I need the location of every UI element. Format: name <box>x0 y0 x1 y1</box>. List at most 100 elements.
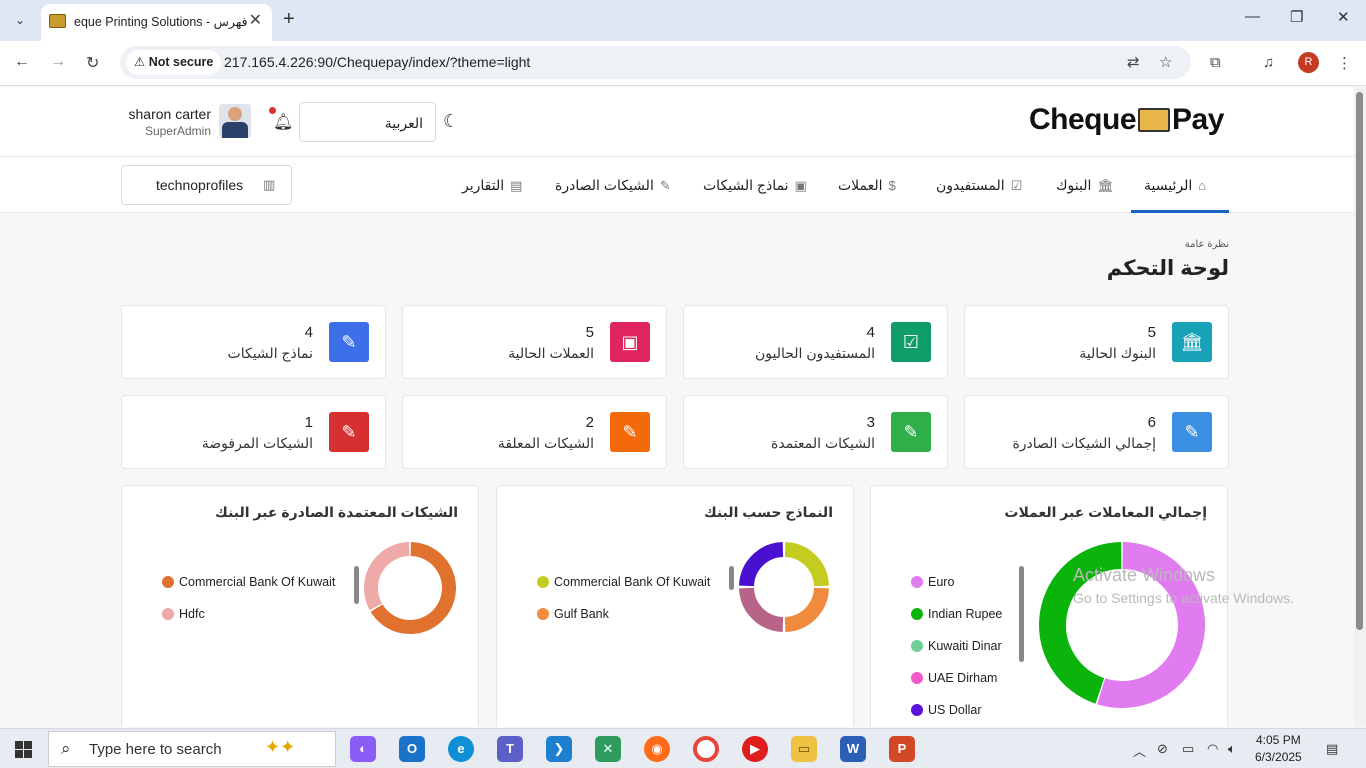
stat-card-approved[interactable]: ✎ 3 الشيكات المعتمدة <box>683 395 948 469</box>
user-info[interactable]: sharon carter SuperAdmin <box>121 106 211 138</box>
powerpoint-app-icon[interactable]: P <box>889 736 915 762</box>
firefox-app-icon[interactable]: ◉ <box>644 736 670 762</box>
menu-item-currencies[interactable]: العملات $ <box>838 177 896 194</box>
organization-select[interactable]: technoprofiles ▥ <box>121 165 292 205</box>
stat-card-total-issued[interactable]: ✎ 6 إجمالي الشيكات الصادرة <box>964 395 1229 469</box>
app-header: Cheque Pay sharon carter SuperAdmin 🔔︎ ال… <box>0 87 1354 157</box>
bank-icon: 🏛︎ <box>1172 322 1212 362</box>
tab-list-chevron-icon[interactable]: ⌄ <box>8 8 32 32</box>
legend-item[interactable]: UAE Dirham <box>911 671 997 685</box>
stat-card-beneficiaries[interactable]: ☑ 4 المستفيدون الحاليون <box>683 305 948 379</box>
browser-menu-icon[interactable]: ⋮ <box>1337 54 1352 72</box>
language-select[interactable]: العربية <box>299 102 436 142</box>
media-control-icon[interactable]: ♫ <box>1263 54 1274 71</box>
legend-item[interactable]: Kuwaiti Dinar <box>911 639 1002 653</box>
legend-swatch <box>911 640 923 652</box>
tray-chevron-icon[interactable]: ︿ <box>1133 741 1146 760</box>
reload-icon[interactable]: ↻ <box>86 53 99 73</box>
donut-chart[interactable] <box>364 542 456 634</box>
legend-scrollbar[interactable] <box>1019 566 1024 662</box>
youtube-music-app-icon[interactable]: ▶ <box>742 736 768 762</box>
windows-start-icon[interactable] <box>15 741 32 758</box>
extensions-icon[interactable]: ⧉ <box>1210 54 1221 71</box>
minimize-icon[interactable]: — <box>1245 8 1260 25</box>
pencil-icon: ✎ <box>1172 412 1212 452</box>
vscode-app-icon[interactable]: ❯ <box>546 736 572 762</box>
menu-item-cheque-templates[interactable]: نماذج الشيكات ▣ <box>703 177 807 194</box>
word-app-icon[interactable]: W <box>840 736 866 762</box>
donut-chart[interactable] <box>739 542 829 632</box>
restore-icon[interactable]: ❐ <box>1290 8 1303 26</box>
menu-item-reports[interactable]: التقارير ▤ <box>462 177 522 194</box>
legend-item[interactable]: Indian Rupee <box>911 607 1002 621</box>
menu-label: الرئيسية <box>1144 177 1193 193</box>
stat-card-pending[interactable]: ✎ 2 الشيكات المعلقة <box>402 395 667 469</box>
menu-label: التقارير <box>462 177 505 193</box>
wifi-icon[interactable]: ◠ <box>1207 741 1218 757</box>
menu-item-home[interactable]: الرئيسية ⌂ <box>1144 177 1206 194</box>
volume-icon[interactable]: 🔈︎ <box>1228 741 1236 757</box>
omnibox[interactable]: ⚠ Not secure 217.165.4.226:90/Chequepay/… <box>120 46 1191 79</box>
menu-item-issued-cheques[interactable]: الشيكات الصادرة ✎ <box>555 177 671 194</box>
clock-date: 6/3/2025 <box>1255 750 1302 764</box>
active-tab-underline <box>1131 210 1229 213</box>
avatar[interactable] <box>219 104 251 138</box>
legend-item[interactable]: Commercial Bank Of Kuwait <box>537 575 710 589</box>
tab-close-icon[interactable]: ✕ <box>249 10 262 30</box>
legend-swatch <box>537 576 549 588</box>
browser-tab[interactable]: eque Printing Solutions - فهرس ✕ <box>41 4 272 41</box>
battery-icon[interactable]: ▭ <box>1182 741 1194 757</box>
scrollbar-thumb[interactable] <box>1356 92 1363 630</box>
legend-scrollbar[interactable] <box>729 566 734 590</box>
not-secure-badge[interactable]: ⚠ Not secure <box>126 50 222 75</box>
logo-text-left: Cheque <box>1029 103 1137 136</box>
donut-slice[interactable] <box>364 542 410 611</box>
stat-card-banks[interactable]: 🏛︎ 5 البنوك الحالية <box>964 305 1229 379</box>
taskbar-clock[interactable]: 4:05 PM 6/3/2025 <box>1255 732 1302 766</box>
stat-card-currencies[interactable]: ▣ 5 العملات الحالية <box>402 305 667 379</box>
stat-label: الشيكات المرفوضة <box>201 435 313 451</box>
translate-icon[interactable]: ⇄ <box>1127 53 1140 71</box>
legend-item[interactable]: Gulf Bank <box>537 607 609 621</box>
check-square-icon: ☑ <box>1010 178 1023 193</box>
legend-item[interactable]: Commercial Bank Of Kuwait <box>162 575 335 589</box>
legend-item[interactable]: Euro <box>911 575 954 589</box>
profile-avatar[interactable]: R <box>1298 52 1319 73</box>
url-text[interactable]: 217.165.4.226:90/Chequepay/index/?theme=… <box>224 54 530 70</box>
moon-icon[interactable]: ☾ <box>443 111 459 132</box>
cash-icon: ▣ <box>610 322 650 362</box>
file-explorer-app-icon[interactable]: ▭ <box>791 736 817 762</box>
legend-label: UAE Dirham <box>928 671 998 685</box>
donut-slice[interactable] <box>784 587 829 632</box>
edge-app-icon[interactable]: e <box>448 736 474 762</box>
app-icon[interactable]: ✕ <box>595 736 621 762</box>
notification-center-icon[interactable]: ▤ <box>1326 741 1338 757</box>
donut-slice[interactable] <box>739 587 784 632</box>
cash-icon: ▣ <box>794 178 807 193</box>
back-arrow-icon[interactable]: ← <box>14 53 30 71</box>
donut-slice[interactable] <box>784 542 829 587</box>
page-scrollbar[interactable] <box>1354 87 1366 727</box>
legend-item[interactable]: Hdfc <box>162 607 205 621</box>
taskbar-search[interactable]: ⌕ Type here to search ✦✦ <box>48 731 336 767</box>
outlook-app-icon[interactable]: O <box>399 736 425 762</box>
new-tab-button[interactable]: + <box>283 8 295 31</box>
legend-item[interactable]: US Dollar <box>911 703 982 717</box>
menu-item-banks[interactable]: البنوك 🏛︎ <box>1056 177 1114 194</box>
teams-app-icon[interactable]: T <box>497 736 523 762</box>
stat-label: العملات الحالية <box>508 345 594 361</box>
stat-card-rejected[interactable]: ✎ 1 الشيكات المرفوضة <box>121 395 386 469</box>
chrome-app-icon[interactable] <box>693 736 719 762</box>
close-window-icon[interactable]: ✕ <box>1337 8 1350 26</box>
clock-time: 4:05 PM <box>1256 733 1301 747</box>
legend-scrollbar[interactable] <box>354 566 359 604</box>
tray-app-icon[interactable]: ⊘ <box>1157 741 1168 757</box>
bell-icon[interactable]: 🔔︎ <box>273 112 293 132</box>
chequepay-logo[interactable]: Cheque Pay <box>1029 103 1224 137</box>
forward-arrow-icon[interactable]: → <box>50 53 66 71</box>
bookmark-star-icon[interactable]: ☆ <box>1159 53 1172 71</box>
donut-slice[interactable] <box>739 542 784 587</box>
menu-item-beneficiaries[interactable]: المستفيدون ☑ <box>936 177 1022 194</box>
copilot-app-icon[interactable]: ◐ <box>350 736 376 762</box>
stat-card-templates[interactable]: ✎ 4 نماذج الشيكات <box>121 305 386 379</box>
